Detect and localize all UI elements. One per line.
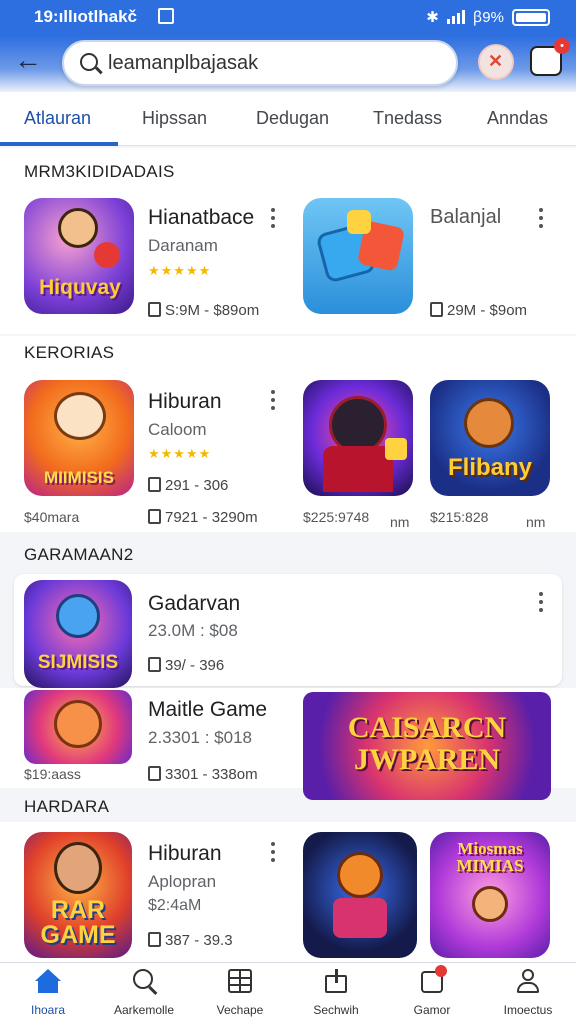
app-subtitle: 23.0M : $08: [148, 621, 238, 640]
rating-stars: ★★★★★: [148, 263, 212, 278]
nav-profile[interactable]: Imoectus: [480, 969, 576, 1017]
tab-4[interactable]: Tnedass: [373, 108, 442, 129]
app-developer: Aplopran: [148, 872, 217, 891]
profile-icon: [515, 969, 541, 993]
nav-item-4[interactable]: Sechwih: [288, 969, 384, 1017]
inbox-icon[interactable]: •: [530, 38, 570, 76]
bluetooth-icon: ✱: [426, 9, 439, 26]
block-icon[interactable]: [478, 44, 514, 80]
app-icon[interactable]: [303, 198, 413, 314]
icon-caption: Hiquvay: [39, 276, 121, 299]
icon-caption: Flibany: [447, 454, 532, 481]
promo-banner[interactable]: CAISARCN JWPAREN: [303, 692, 551, 800]
app-icon[interactable]: SIJMISIS: [24, 580, 132, 688]
app-price: $215:828: [430, 509, 489, 525]
app-meta: 291 - 306: [148, 477, 228, 494]
app-developer: Caloom: [148, 420, 207, 439]
search-bar[interactable]: [62, 40, 458, 86]
screenshot-notification-icon: [158, 8, 174, 24]
app-icon[interactable]: [303, 832, 417, 958]
app-meta: 3301 - 338om: [148, 766, 258, 783]
signal-icon: [446, 10, 465, 24]
gamepad-icon: [419, 965, 447, 993]
app-meta: S:9M - $89om: [148, 302, 259, 319]
icon-caption: SIJMISIS: [37, 652, 119, 673]
download-icon: [323, 969, 349, 993]
download-icon: [148, 657, 161, 672]
back-arrow-icon[interactable]: ←: [14, 46, 46, 78]
battery-percent: ꞵ9%: [472, 9, 504, 26]
more-options-icon[interactable]: [538, 208, 544, 230]
more-options-icon[interactable]: [270, 208, 276, 230]
icon-caption: MIIMISIS: [44, 468, 114, 487]
app-icon[interactable]: [24, 690, 132, 764]
bottom-navigation: Ihoara Aarkemolle Vechape Sechwih Gamor: [0, 962, 576, 1024]
nav-item-5[interactable]: Gamor: [384, 965, 480, 1017]
app-meta: 29M - $9om: [430, 302, 527, 319]
app-icon[interactable]: RAR GAME: [24, 832, 132, 958]
app-icon[interactable]: Miosmas MIMIAS: [430, 832, 550, 958]
app-price: $40mara: [24, 509, 80, 525]
nav-item-2[interactable]: Aarkemolle: [96, 969, 192, 1017]
download-icon: [148, 766, 161, 781]
app-price: $19:aass: [24, 766, 81, 782]
price-unit: nm: [526, 514, 546, 530]
system-indicators: ✱ ꞵ9%: [426, 7, 550, 27]
icon-caption: Miosmas MIMIAS: [456, 839, 524, 875]
app-icon[interactable]: [303, 380, 413, 496]
grid-icon: [227, 969, 253, 993]
more-options-icon[interactable]: [270, 842, 276, 864]
category-tabs: Atlauran Hipssan Dedugan Tnedass Anndas: [0, 92, 576, 146]
download-icon: [148, 509, 161, 524]
clock: 19:ıllıotlhakč: [34, 7, 137, 26]
search-input[interactable]: [108, 50, 438, 76]
download-icon: [148, 302, 161, 317]
search-icon: [80, 53, 98, 71]
app-icon[interactable]: MIIMISIS: [24, 380, 134, 496]
download-icon: [430, 302, 443, 317]
app-title[interactable]: Hianatbace: [148, 206, 254, 230]
nav-home[interactable]: Ihoara: [0, 969, 96, 1017]
app-meta: 7921 - 3290m: [148, 509, 258, 526]
app-title[interactable]: Gadarvan: [148, 592, 240, 616]
app-header: ← •: [0, 36, 576, 92]
home-icon: [35, 969, 61, 993]
notification-badge: •: [554, 38, 570, 54]
search-icon: [131, 969, 158, 995]
rating-stars: ★★★★★: [148, 446, 212, 461]
app-developer: Daranam: [148, 236, 218, 255]
app-meta: 387 - 39.3: [148, 932, 233, 949]
section-title: MRM3KIDIDADAIS: [24, 162, 175, 181]
battery-icon: [512, 8, 550, 26]
app-price: $225:9748: [303, 509, 370, 525]
tab-1[interactable]: Atlauran: [24, 108, 91, 129]
tab-3[interactable]: Dedugan: [256, 108, 329, 129]
app-title[interactable]: Balanjal: [430, 206, 501, 229]
app-title[interactable]: Maitle Game: [148, 698, 267, 722]
banner-title: CAISARCN JWPAREN: [347, 711, 507, 776]
nav-item-3[interactable]: Vechape: [192, 969, 288, 1017]
app-title[interactable]: Hiburan: [148, 390, 222, 414]
active-tab-indicator: [0, 142, 118, 146]
tab-2[interactable]: Hipssan: [142, 108, 207, 129]
app-price: $2:4aM: [148, 897, 202, 914]
icon-caption: RAR GAME: [40, 896, 116, 949]
app-title[interactable]: Hiburan: [148, 842, 222, 866]
app-meta: 39/ - 396: [148, 657, 224, 674]
app-icon[interactable]: Hiquvay: [24, 198, 134, 314]
app-subtitle: 2.3301 : $018: [148, 728, 252, 747]
section-title: GARAMAAN2: [24, 545, 134, 564]
status-bar: 19:ıllıotlhakč ✱ ꞵ9%: [0, 0, 576, 36]
app-icon[interactable]: Flibany: [430, 380, 550, 496]
price-unit: nm: [390, 514, 410, 530]
section-title: HARDARA: [24, 797, 110, 816]
more-options-icon[interactable]: [538, 592, 544, 614]
more-options-icon[interactable]: [270, 390, 276, 412]
section-title: KERORIAS: [24, 343, 115, 362]
download-icon: [148, 477, 161, 492]
download-icon: [148, 932, 161, 947]
tab-5[interactable]: Anndas: [487, 108, 548, 129]
